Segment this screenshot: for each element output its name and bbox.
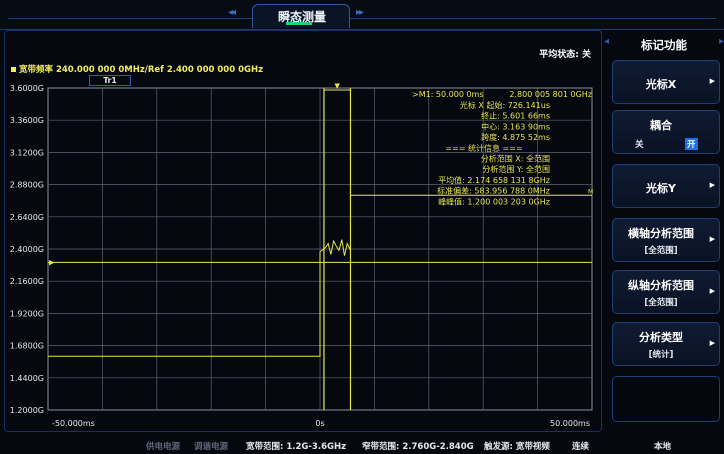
cursor-lines[interactable]: ▼M <box>323 82 593 410</box>
narrowband-range: 窄带范围: 2.760G-2.840G <box>362 442 474 452</box>
sidebar: ◂ ▸ 标记功能 光标X ▶ 耦合 关 开 光标Y ▶ 横轴分析范围 [全范围]… <box>604 30 724 432</box>
y-tick-label: 3.6000G <box>10 84 44 93</box>
coupling-off-option[interactable]: 关 <box>635 138 644 150</box>
cursor-x-button[interactable]: 光标X ▶ <box>612 60 720 104</box>
analysis-type-label: 分析类型 <box>639 331 683 344</box>
marker-info-line: 跨度: 4.875 52ms <box>481 132 550 142</box>
y-tick-label: 2.1600G <box>10 277 44 286</box>
cursor-y-label: 光标Y <box>646 182 676 195</box>
y-analysis-range-label: 纵轴分析范围 <box>628 279 694 292</box>
marker-info-line: 标准偏差: 583.956 788 0MHz <box>437 186 550 196</box>
marker-info-line: 峰峰值: 1.200 003 203 0GHz <box>438 196 550 206</box>
marker-info-line: 光标 X 起始: 726.141us <box>460 100 550 110</box>
y-tick-label: 1.6800G <box>10 342 44 351</box>
y-tick-label: 1.4400G <box>10 374 44 383</box>
trigger-source: 触发源: 宽带视频 <box>484 442 550 452</box>
arrow-right-icon: ▶ <box>709 77 715 85</box>
x-analysis-range-button[interactable]: 横轴分析范围 [全范围] ▶ <box>612 218 720 262</box>
x-analysis-range-label: 横轴分析范围 <box>628 227 694 240</box>
x-tick-label: -50.000ms <box>52 419 95 428</box>
marker-info-panel: >M1: 50.000 0ms 2.800 005 801 0GHz光标 X 起始… <box>412 90 592 206</box>
y-tick-label: 3.3600G <box>10 116 44 125</box>
y-tick-label: 2.6400G <box>10 213 44 222</box>
arrow-right-icon: ▶ <box>709 235 715 243</box>
sidebar-bracket-left-icon: ◂ <box>604 36 610 47</box>
marker-info-line: === 统计信息 === <box>445 143 522 153</box>
marker-m1-frequency: 2.800 005 801 0GHz <box>509 90 592 99</box>
x-tick-label: 50.000ms <box>550 419 590 428</box>
cursor-y-button[interactable]: 光标Y ▶ <box>612 164 720 208</box>
y-tick-label: 2.8800G <box>10 181 44 190</box>
y-tick-label: 1.2000G <box>10 406 44 415</box>
arrow-right-icon: ▶ <box>709 287 715 295</box>
sidebar-title: 标记功能 <box>641 38 687 52</box>
y-tick-label: 1.9200G <box>10 309 44 318</box>
sidebar-empty-slot <box>612 376 720 422</box>
cursor-tag-icon: ▼ <box>335 82 341 90</box>
y-tick-label: 2.4000G <box>10 245 44 254</box>
sweep-mode: 连续 <box>572 442 590 452</box>
wideband-range: 宽带范围: 1.2G-3.6GHz <box>246 442 347 452</box>
marker-m1-icon: M <box>588 188 593 195</box>
status-bar: 供电电源 调谐电源 宽带范围: 1.2G-3.6GHz 窄带范围: 2.760G… <box>0 432 724 454</box>
tuning-power-status: 调谐电源 <box>194 442 229 452</box>
x-tick-label: 0s <box>315 419 324 428</box>
marker-info-line: 终止: 5.601 66ms <box>481 111 550 121</box>
arrow-right-icon: ▶ <box>709 339 715 347</box>
coupling-button[interactable]: 耦合 关 开 <box>612 110 720 154</box>
marker-info-line: 平均值: 2.174 658 131 8GHz <box>438 175 550 185</box>
marker-info-line: 分析范围 X: 全范围 <box>481 154 550 164</box>
y-analysis-range-value: [全范围] <box>644 298 678 308</box>
x-axis-ticks: -50.000ms 0s 50.000ms <box>52 419 590 428</box>
arrow-right-icon: ▶ <box>709 181 715 189</box>
marker-info-line: 中心: 3.163 90ms <box>481 121 550 131</box>
analysis-type-value: [统计] <box>648 350 674 360</box>
marker-info-line: 分析范围 Y: 全范围 <box>482 164 550 174</box>
marker-m1-time: >M1: 50.000 0ms <box>412 90 484 99</box>
control-mode: 本地 <box>654 442 672 452</box>
cursor-x-label: 光标X <box>645 78 677 91</box>
y-tick-label: 3.1200G <box>10 148 44 157</box>
y-analysis-range-button[interactable]: 纵轴分析范围 [全范围] ▶ <box>612 270 720 314</box>
coupling-label: 耦合 <box>650 119 672 132</box>
power-supply-status: 供电电源 <box>146 442 181 452</box>
x-analysis-range-value: [全范围] <box>644 246 678 256</box>
coupling-on-option[interactable]: 开 <box>685 138 698 150</box>
analysis-type-button[interactable]: 分析类型 [统计] ▶ <box>612 322 720 366</box>
sidebar-bracket-right-icon: ▸ <box>718 36 724 47</box>
